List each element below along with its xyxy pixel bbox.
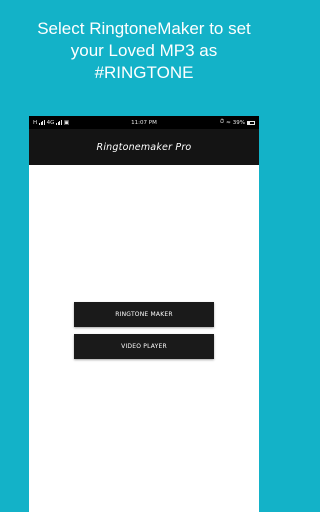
wifi-icon: ≈ [226, 119, 231, 126]
promo-line-2: your Loved MP3 as [70, 41, 218, 60]
promo-line-1: Select RingtoneMaker to set [37, 19, 251, 38]
notification-icon: ▣ [63, 119, 70, 126]
app-title: Ringtonemaker Pro [96, 141, 192, 153]
phone-screen: H 4G ▣ 11:07 PM ⏱ ≈ 39% Ringtonemaker Pr… [29, 116, 259, 512]
ringtone-maker-button[interactable]: RINGTONE MAKER [74, 302, 214, 327]
app-bar: Ringtonemaker Pro [29, 129, 259, 165]
battery-icon [247, 120, 255, 125]
signal-icon [39, 120, 45, 125]
network-label: 4G [46, 119, 55, 126]
battery-percent: 39% [232, 119, 245, 126]
status-bar: H 4G ▣ 11:07 PM ⏱ ≈ 39% [29, 116, 259, 129]
alarm-icon: ⏱ [219, 119, 225, 125]
promo-line-3: #RINGTONE [94, 63, 194, 82]
signal-icon-2 [56, 120, 62, 125]
video-player-button[interactable]: VIDEO PLAYER [74, 334, 214, 359]
promo-text: Select RingtoneMaker to set your Loved M… [0, 18, 288, 84]
signal-type-label: H [33, 119, 38, 126]
